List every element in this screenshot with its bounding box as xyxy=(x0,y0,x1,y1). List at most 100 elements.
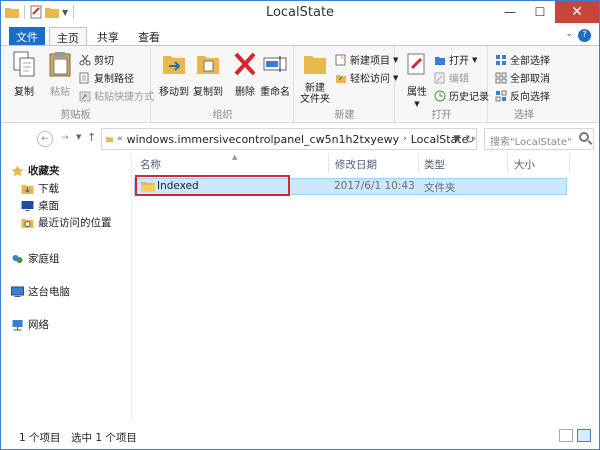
invert-selection-icon xyxy=(495,90,507,101)
details-view-icon[interactable] xyxy=(559,429,573,442)
invert-selection-button[interactable]: 反向选择 xyxy=(495,88,550,103)
cut-label: 剪切 xyxy=(94,56,114,67)
column-divider[interactable] xyxy=(328,153,329,173)
new-folder-label: 新建 文件夹 xyxy=(300,83,330,105)
folder-icon xyxy=(106,136,114,143)
delete-button[interactable]: 删除 xyxy=(228,50,262,98)
new-item-label: 新建项目 xyxy=(350,56,390,67)
file-type: 文件夹 xyxy=(424,182,456,194)
select-group-label: 选择 xyxy=(514,110,534,121)
recent-locations-icon[interactable]: ▼ xyxy=(76,133,81,141)
network-icon xyxy=(12,319,23,330)
column-divider[interactable] xyxy=(569,153,570,173)
overflow-chevron-icon[interactable]: « xyxy=(117,134,123,144)
computer-icon xyxy=(11,286,24,297)
address-row: ← → ▼ ↑ « windows.immersivecontrolpanel_… xyxy=(1,125,599,153)
copy-to-icon xyxy=(197,56,219,74)
paste-button[interactable]: 粘贴 xyxy=(43,50,77,98)
nav-item-network[interactable]: 网络 xyxy=(11,317,49,332)
new-folder-button[interactable]: 新建 文件夹 xyxy=(297,50,333,105)
copy-path-button[interactable]: 复制路径 xyxy=(79,70,134,85)
nav-item-desktop[interactable]: 桌面 xyxy=(21,198,59,213)
copy-button[interactable]: 复制 xyxy=(7,50,41,98)
history-button[interactable]: 历史记录 xyxy=(434,88,489,103)
ribbon-group-open: 属性 ▼ 打开 ▼ 编辑 历史记录 打开 xyxy=(396,46,489,124)
breadcrumb-segment[interactable]: windows.immersivecontrolpanel_cw5n1h2txy… xyxy=(127,133,400,146)
history-icon xyxy=(434,90,446,101)
copy-icon xyxy=(13,51,35,77)
new-item-icon xyxy=(335,54,346,65)
delete-icon xyxy=(234,52,256,76)
downloads-icon xyxy=(21,184,34,194)
column-divider[interactable] xyxy=(418,153,419,173)
open-button[interactable]: 打开 ▼ xyxy=(434,52,477,67)
forward-button[interactable]: → xyxy=(57,131,73,147)
properties-button[interactable]: 属性 ▼ xyxy=(400,50,434,109)
select-all-button[interactable]: 全部选择 xyxy=(495,52,550,67)
minimize-button[interactable]: — xyxy=(495,1,525,23)
select-all-icon xyxy=(496,54,506,65)
ribbon-tabs: 文件 主页 共享 查看 ⌄ ? xyxy=(1,27,599,46)
tab-home[interactable]: 主页 xyxy=(49,27,87,46)
refresh-icon[interactable]: ↻ xyxy=(465,133,474,146)
tab-file[interactable]: 文件 xyxy=(9,27,45,45)
search-input[interactable]: 搜索"LocalState" xyxy=(484,128,594,150)
paste-icon xyxy=(49,52,71,77)
column-header-name[interactable]: 名称 xyxy=(140,157,161,172)
desktop-icon xyxy=(21,200,34,211)
nav-label: 下载 xyxy=(38,183,59,195)
rename-button[interactable]: 重命名 xyxy=(258,50,292,98)
address-bar[interactable]: « windows.immersivecontrolpanel_cw5n1h2t… xyxy=(101,128,477,150)
item-count: 1 个项目 xyxy=(19,432,61,444)
easy-access-label: 轻松访问 xyxy=(350,74,390,85)
open-icon xyxy=(435,56,445,65)
select-none-label: 全部取消 xyxy=(510,74,550,85)
nav-label: 网络 xyxy=(28,319,49,331)
status-bar: 1 个项目 选中 1 个项目 xyxy=(1,425,599,449)
column-header-date[interactable]: 修改日期 xyxy=(335,157,377,172)
easy-access-icon xyxy=(336,74,346,83)
close-button[interactable]: ✕ xyxy=(555,1,599,23)
column-header-type[interactable]: 类型 xyxy=(424,157,445,172)
ribbon-collapse-icon[interactable]: ⌄ xyxy=(565,29,573,39)
title-bar: ▼ LocalState — ☐ ✕ xyxy=(1,1,599,27)
ribbon: 复制 粘贴 剪切 复制路径 粘贴快捷方式 剪贴板 移动到 复制到 删除 重命名 … xyxy=(1,45,599,124)
copy-path-icon xyxy=(79,72,89,83)
nav-item-downloads[interactable]: 下载 xyxy=(21,181,59,196)
nav-item-homegroup[interactable]: 家庭组 xyxy=(11,251,60,266)
nav-item-recent[interactable]: 最近访问的位置 xyxy=(21,215,112,230)
open-dropdown-icon: ▼ xyxy=(472,55,478,64)
help-button[interactable]: ? xyxy=(578,29,591,42)
easy-access-button[interactable]: 轻松访问 ▼ xyxy=(335,70,398,85)
address-tail: ▼ ↻ xyxy=(451,128,477,150)
annotation-highlight-box xyxy=(135,175,290,196)
nav-item-this-pc[interactable]: 这台电脑 xyxy=(11,284,70,299)
back-button[interactable]: ← xyxy=(37,131,53,147)
new-item-button[interactable]: 新建项目 ▼ xyxy=(335,52,398,67)
large-icons-view-icon[interactable] xyxy=(577,429,591,442)
tab-share[interactable]: 共享 xyxy=(90,27,126,45)
copy-to-button[interactable]: 复制到 xyxy=(190,50,226,98)
paste-shortcut-button[interactable]: 粘贴快捷方式 xyxy=(79,88,154,103)
move-to-button[interactable]: 移动到 xyxy=(156,50,192,98)
column-header-size[interactable]: 大小 xyxy=(514,157,535,172)
column-divider[interactable] xyxy=(507,153,508,173)
up-button[interactable]: ↑ xyxy=(87,131,96,144)
ribbon-group-clipboard: 复制 粘贴 剪切 复制路径 粘贴快捷方式 剪贴板 xyxy=(1,46,154,124)
invert-selection-label: 反向选择 xyxy=(510,92,550,103)
nav-label: 桌面 xyxy=(38,200,59,212)
open-group-label: 打开 xyxy=(431,110,452,121)
maximize-button[interactable]: ☐ xyxy=(525,1,555,23)
delete-label: 删除 xyxy=(235,87,255,98)
cut-button[interactable]: 剪切 xyxy=(79,52,114,67)
chevron-right-icon[interactable]: › xyxy=(403,134,407,144)
tab-view[interactable]: 查看 xyxy=(131,27,167,45)
star-icon xyxy=(11,164,24,176)
select-none-button[interactable]: 全部取消 xyxy=(495,70,550,85)
properties-label: 属性 xyxy=(407,87,427,98)
nav-label: 这台电脑 xyxy=(28,286,70,298)
nav-item-favorites[interactable]: 收藏夹 xyxy=(11,163,60,178)
address-dropdown-icon[interactable]: ▼ xyxy=(453,134,460,144)
rename-label: 重命名 xyxy=(260,87,290,98)
edit-button[interactable]: 编辑 xyxy=(434,70,469,85)
